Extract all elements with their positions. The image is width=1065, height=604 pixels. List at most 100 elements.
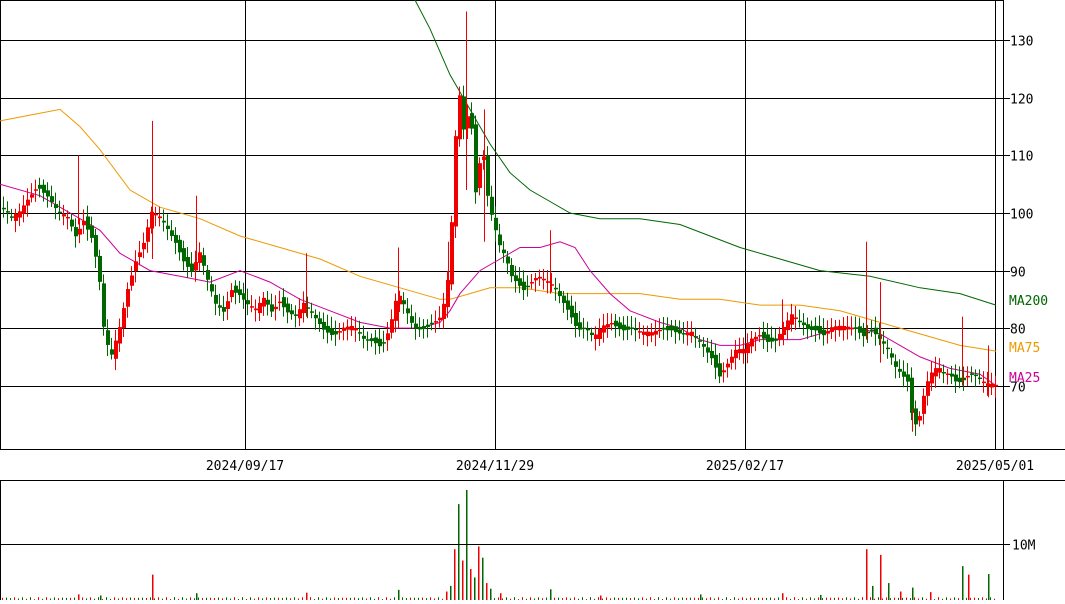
- candle-body: [470, 113, 474, 129]
- candle-body: [514, 275, 518, 282]
- volume-tick-label: 10M: [1012, 539, 1036, 554]
- candle-body: [30, 194, 34, 198]
- candle-body: [590, 332, 594, 336]
- candle-body: [358, 332, 362, 334]
- candle-body: [94, 235, 98, 257]
- legend-ma200: MA200: [1009, 294, 1048, 309]
- candle-body: [346, 326, 350, 330]
- candle-body: [146, 227, 150, 242]
- candle-body: [518, 278, 522, 286]
- candle-body: [354, 328, 358, 331]
- candle-body: [894, 361, 898, 367]
- candle-body: [22, 205, 26, 214]
- volume-bar: [550, 589, 552, 600]
- candle-body: [270, 304, 274, 312]
- candle-body: [930, 372, 934, 384]
- candle-body: [70, 219, 74, 227]
- candle-body: [994, 384, 998, 387]
- candle-body: [598, 328, 602, 339]
- candle-body: [554, 287, 558, 290]
- candlesticks: [2, 11, 998, 436]
- candle-body: [170, 230, 174, 236]
- candle-body: [258, 302, 262, 314]
- candle-body: [82, 220, 86, 226]
- candle-body: [970, 373, 974, 375]
- candle-body: [642, 331, 646, 335]
- candle-body: [6, 211, 10, 213]
- candle-body: [178, 239, 182, 253]
- candle-body: [686, 332, 690, 336]
- candle-body: [110, 349, 114, 355]
- candle-body: [578, 322, 582, 330]
- volume-bar: [872, 585, 874, 600]
- candle-body: [974, 374, 978, 377]
- volume-bar: [888, 583, 890, 600]
- volume-bar: [100, 595, 102, 600]
- candle-body: [14, 213, 18, 221]
- candle-body: [978, 377, 982, 380]
- candle-body: [498, 234, 502, 246]
- candle-body: [938, 368, 942, 373]
- candle-body: [742, 348, 746, 354]
- candle-body: [882, 341, 886, 344]
- candle-body: [186, 256, 190, 267]
- candle-body: [250, 306, 254, 308]
- candle-body: [934, 368, 938, 377]
- candle-body: [734, 349, 738, 359]
- candle-body: [678, 329, 682, 334]
- candle-body: [950, 373, 954, 377]
- volume-bar: [306, 592, 308, 600]
- candle-body: [750, 338, 754, 347]
- candle-body: [526, 285, 530, 288]
- candle-body: [802, 322, 806, 326]
- date-label: 2024/09/17: [206, 459, 284, 474]
- candle-body: [406, 308, 410, 314]
- candle-body: [574, 312, 578, 326]
- candle-body: [138, 252, 142, 258]
- candle-body: [622, 324, 626, 331]
- candle-body: [450, 222, 454, 285]
- candle-body: [198, 252, 202, 263]
- candle-body: [158, 216, 162, 219]
- volume-bar: [462, 560, 464, 600]
- candle-body: [778, 333, 782, 340]
- volume-bar: [450, 585, 452, 600]
- candle-body: [566, 300, 570, 310]
- candle-body: [898, 368, 902, 372]
- candle-body: [926, 381, 930, 396]
- candle-body: [382, 342, 386, 344]
- candle-body: [446, 280, 450, 308]
- candle-body: [942, 372, 946, 374]
- candle-body: [954, 374, 958, 382]
- candle-body: [922, 395, 926, 414]
- candle-body: [58, 211, 62, 214]
- candle-body: [818, 326, 822, 334]
- candle-body: [238, 289, 242, 295]
- candle-body: [730, 356, 734, 363]
- candle-body: [638, 331, 642, 333]
- candle-body: [858, 326, 862, 333]
- candle-body: [478, 163, 482, 188]
- price-tick-label: 120: [1010, 93, 1033, 108]
- candle-body: [414, 323, 418, 329]
- candle-body: [290, 310, 294, 315]
- candle-body: [706, 347, 710, 353]
- ma-legend: MA200 MA75 MA25: [1009, 294, 1048, 386]
- candle-body: [650, 332, 654, 336]
- candle-body: [302, 302, 306, 314]
- candle-body: [422, 326, 426, 330]
- legend-ma75: MA75: [1009, 341, 1040, 356]
- candle-body: [766, 334, 770, 342]
- volume-bar: [458, 504, 460, 600]
- date-axis-labels: 2024/09/17 2024/11/29 2025/02/17 2025/05/01: [206, 459, 1034, 474]
- candle-body: [738, 349, 742, 354]
- candle-body: [18, 211, 22, 218]
- candle-body: [618, 322, 622, 330]
- candle-body: [874, 327, 878, 335]
- ma25-line: [0, 183, 997, 387]
- candle-body: [334, 331, 338, 335]
- price-tick-label: 110: [1010, 150, 1033, 165]
- candle-body: [42, 184, 46, 193]
- candle-body: [718, 363, 722, 377]
- volume-bar: [486, 583, 488, 600]
